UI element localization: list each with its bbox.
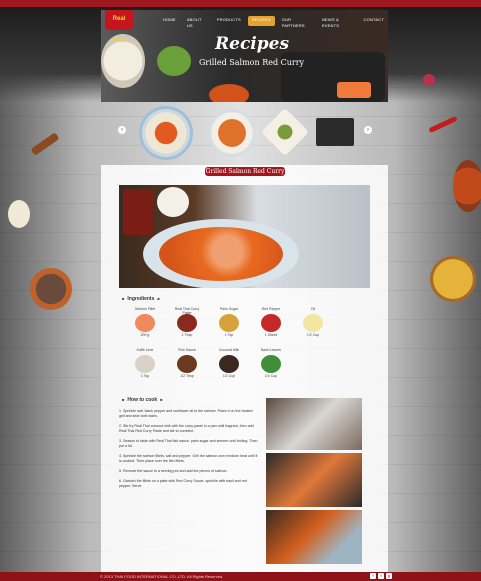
step-photo-coconut-milk xyxy=(266,398,362,450)
ingredient-amount: 1 Tsp xyxy=(224,333,234,337)
recipe-hero-image xyxy=(119,185,370,288)
ingredient-item: Basil Leaves 1/4 Cup xyxy=(256,348,286,378)
ingredient-name: Coconut Milk xyxy=(218,348,240,352)
footer: © 2013 THAI FOOD INTERNATIONAL CO.,LTD. … xyxy=(0,572,481,581)
peppercorn-bowl-decoration xyxy=(30,268,72,310)
ingredient-amount: 1/2 Cup xyxy=(222,374,236,378)
step-text: 3. Season to taste with Real Thai fish s… xyxy=(119,439,258,448)
main-navigation: HOME ABOUT US PRODUCTS RECIPES OUR PARTN… xyxy=(159,16,388,28)
cooking-steps: 1. Sprinkle salt, black pepper and sunfl… xyxy=(119,409,259,494)
salmon-image xyxy=(337,82,371,98)
ingredient-name: Real Thai Curry Paste xyxy=(174,307,200,315)
ingredient-image xyxy=(261,355,281,373)
onion-decoration xyxy=(423,74,435,86)
garlic-decoration xyxy=(8,200,30,228)
ingredient-item: Kaffir Lime 1 Tsp xyxy=(130,348,160,378)
cinnamon-decoration xyxy=(30,132,60,156)
ingredient-amount: 1 Tbsp xyxy=(181,333,193,337)
chili-powder-bowl-decoration xyxy=(453,160,481,212)
nav-our-partners[interactable]: OUR PARTNERS xyxy=(278,16,315,28)
ingredient-image xyxy=(261,314,281,332)
recipe-panel: Grilled Salmon Red Curry Ingredients Sal… xyxy=(101,165,388,572)
top-strip xyxy=(0,0,481,7)
recipe-carousel: ‹ › xyxy=(118,106,374,162)
nav-recipes[interactable]: RECIPES xyxy=(247,16,275,26)
ingredient-amount: 200 g xyxy=(140,333,150,337)
curry-paste-jar-image xyxy=(123,189,153,235)
ingredient-name: Salmon Fillet xyxy=(134,307,156,311)
ingredient-amount: 1/4 Cup xyxy=(264,374,278,378)
banner-subtitle: Grilled Salmon Red Curry xyxy=(199,58,305,67)
recipe-title-ribbon: Grilled Salmon Red Curry xyxy=(205,167,285,176)
carousel-prev-icon[interactable]: ‹ xyxy=(118,126,126,134)
nav-about-us[interactable]: ABOUT US xyxy=(183,16,210,28)
header-banner: Real THAI HOME ABOUT US PRODUCTS RECIPES… xyxy=(101,10,388,102)
nav-news-events[interactable]: NEWS & EVENTS xyxy=(318,16,357,28)
carousel-item-tom-yum[interactable] xyxy=(208,109,256,157)
coconut-image xyxy=(157,187,189,217)
chili-decoration xyxy=(428,115,458,134)
step-text: 2. Stir fry Real Thai coconut milk with … xyxy=(119,424,254,433)
ingredient-item: Fish Sauce 1/2 Tbsp xyxy=(172,348,202,378)
ingredient-amount: 1 Sliced xyxy=(264,333,278,337)
ingredient-item: Oil 1/2 Cup xyxy=(298,307,328,337)
carousel-next-icon[interactable]: › xyxy=(364,126,372,134)
nav-home[interactable]: HOME xyxy=(159,16,180,26)
step-text: 6. Garnish the fillets on a plate with R… xyxy=(119,479,247,488)
carousel-item-grilled-salmon[interactable] xyxy=(142,109,190,157)
ingredient-item: Real Thai Curry Paste 1 Tbsp xyxy=(172,307,202,337)
page-background: Real THAI HOME ABOUT US PRODUCTS RECIPES… xyxy=(0,0,481,581)
ingredient-image xyxy=(219,355,239,373)
facebook-icon[interactable]: f xyxy=(370,573,376,579)
ingredient-image xyxy=(135,355,155,373)
ingredient-name: Red Pepper xyxy=(261,307,281,311)
ingredient-amount: 1/2 Cup xyxy=(306,333,320,337)
how-to-cook-heading: How to cook xyxy=(119,397,166,403)
nav-products[interactable]: PRODUCTS xyxy=(213,16,245,26)
carousel-item-salad[interactable] xyxy=(260,107,310,157)
curry-powder-bowl-decoration xyxy=(430,256,476,302)
ingredient-image xyxy=(219,314,239,332)
ingredient-item: Coconut Milk 1/2 Cup xyxy=(214,348,244,378)
step-text: 5. Remove the sauce to a serving pot and… xyxy=(119,469,228,473)
ingredient-image xyxy=(177,355,197,373)
step-text: 1. Sprinkle salt, black pepper and sunfl… xyxy=(119,409,253,418)
googleplus-icon[interactable]: g xyxy=(386,573,392,579)
banner-title: Recipes xyxy=(215,34,290,54)
ingredient-name: Oil xyxy=(310,307,316,311)
step-text: 4. Sprinkle the salmon fillets, salt and… xyxy=(119,454,258,463)
ingredient-item: Red Pepper 1 Sliced xyxy=(256,307,286,337)
ingredient-image xyxy=(177,314,197,332)
ingredient-image xyxy=(135,314,155,332)
ingredient-name: Palm Sugar xyxy=(219,307,239,311)
carousel-item-spring-rolls[interactable] xyxy=(316,118,354,146)
ingredient-name: Fish Sauce xyxy=(178,348,196,352)
step-photo-serving xyxy=(266,510,362,564)
ingredient-item: Salmon Fillet 200 g xyxy=(130,307,160,337)
ingredient-name: Basil Leaves xyxy=(261,348,281,352)
vegetable-image xyxy=(157,46,191,76)
ingredients-heading: Ingredients xyxy=(119,296,163,302)
brand-logo[interactable]: Real THAI xyxy=(105,10,133,44)
nav-contact[interactable]: CONTACT xyxy=(360,16,388,26)
ingredient-name: Kaffir Lime xyxy=(136,348,154,352)
twitter-icon[interactable]: t xyxy=(378,573,384,579)
curry-bowl-image xyxy=(209,84,249,102)
ingredient-amount: 1/2 Tbsp xyxy=(180,374,194,378)
ingredient-image xyxy=(303,314,323,332)
salmon-curry-image xyxy=(159,227,283,281)
footer-copyright: © 2013 THAI FOOD INTERNATIONAL CO.,LTD. … xyxy=(100,574,224,579)
ingredient-amount: 1 Tsp xyxy=(140,374,150,378)
step-photo-grilling xyxy=(266,453,362,507)
ingredient-item: Palm Sugar 1 Tsp xyxy=(214,307,244,337)
